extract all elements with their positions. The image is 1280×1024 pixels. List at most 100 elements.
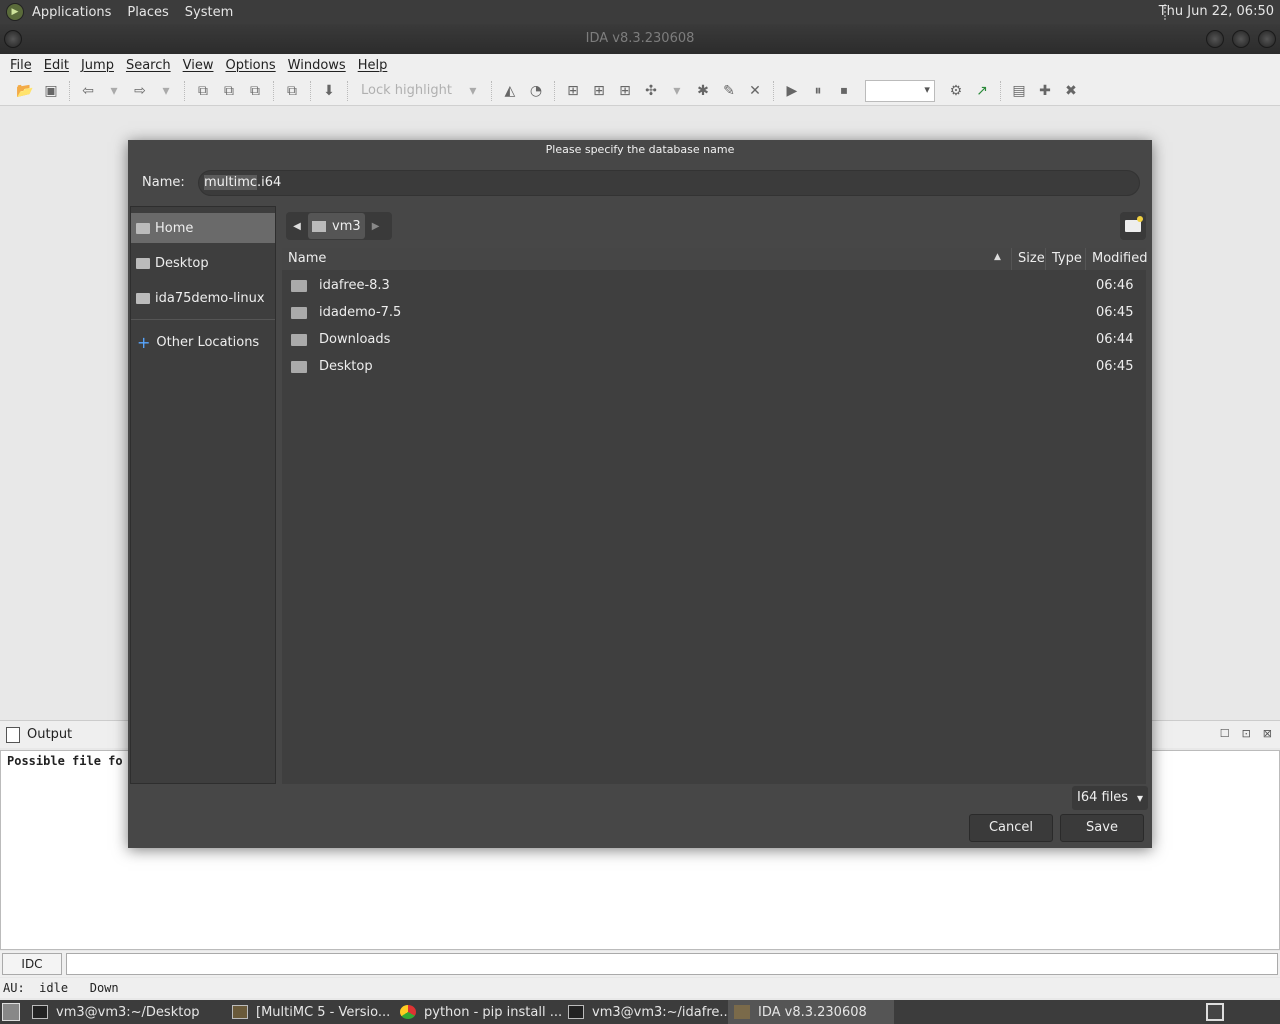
debugger-options-icon[interactable]: ⚙ [946, 81, 966, 101]
task-terminal-desktop[interactable]: vm3@vm3:~/Desktop [26, 1000, 226, 1024]
string-icon[interactable]: ⊞ [615, 81, 635, 101]
file-modified: 06:45 [1096, 359, 1134, 374]
back-icon[interactable]: ⇦ [78, 81, 98, 101]
forward-icon[interactable]: ⇨ [130, 81, 150, 101]
breakpoints-icon[interactable]: ▤ [1009, 81, 1029, 101]
search-next-icon[interactable]: ⧉ [282, 81, 302, 101]
file-row[interactable]: Desktop 06:45 [282, 353, 1146, 380]
stop-icon[interactable]: ⏹ [834, 81, 854, 101]
task-terminal-idafree[interactable]: vm3@vm3:~/idafre... [562, 1000, 728, 1024]
column-type[interactable]: Type [1046, 248, 1086, 270]
file-name: idafree-8.3 [319, 278, 390, 293]
task-ida[interactable]: IDA v8.3.230608 [728, 1000, 894, 1024]
name-rest-text: .i64 [257, 175, 282, 190]
back-dropdown-icon[interactable]: ▾ [104, 81, 124, 101]
lock-highlight-dropdown-icon[interactable]: ▾ [463, 81, 483, 101]
panel-menu-applications[interactable]: Applications [32, 5, 111, 20]
undefine-icon[interactable]: ✕ [745, 81, 765, 101]
path-forward-icon[interactable]: ▶ [365, 221, 387, 232]
new-folder-button[interactable] [1120, 212, 1146, 240]
tray-icon[interactable] [1206, 1003, 1224, 1021]
multimc-icon [232, 1005, 248, 1019]
column-name[interactable]: Name [282, 248, 1012, 270]
file-row[interactable]: idafree-8.3 06:46 [282, 272, 1146, 299]
save-icon[interactable]: ▣ [41, 81, 61, 101]
add-breakpoint-icon[interactable]: ✚ [1035, 81, 1055, 101]
close-button[interactable] [1258, 30, 1276, 48]
show-desktop-icon[interactable] [2, 1003, 20, 1021]
au-label: AU: [3, 981, 25, 995]
menu-options[interactable]: Options [225, 58, 275, 73]
menu-windows[interactable]: Windows [288, 58, 346, 73]
array-dropdown-icon[interactable]: ▾ [667, 81, 687, 101]
home-folder-icon [312, 220, 326, 232]
task-label: IDA v8.3.230608 [758, 1004, 867, 1020]
menu-help[interactable]: Help [358, 58, 388, 73]
menu-jump[interactable]: Jump [81, 58, 114, 73]
window-menu-button[interactable] [4, 30, 22, 48]
column-size[interactable]: Size [1012, 248, 1046, 270]
file-type-filter[interactable]: I64 files [1072, 786, 1148, 810]
save-button[interactable]: Save [1060, 814, 1144, 842]
attach-icon[interactable]: ↗ [972, 81, 992, 101]
terminal-icon [568, 1005, 584, 1019]
graph-icon[interactable]: ◭ [500, 81, 520, 101]
path-crumb-label: vm3 [332, 218, 361, 234]
array-icon[interactable]: ✣ [641, 81, 661, 101]
code-icon[interactable]: ⊞ [563, 81, 583, 101]
debugger-select[interactable] [864, 79, 935, 102]
place-desktop[interactable]: Desktop [131, 248, 275, 278]
task-label: vm3@vm3:~/idafre... [592, 1004, 728, 1020]
task-chrome[interactable]: python - pip install ... [394, 1000, 562, 1024]
down-arrow-icon[interactable]: ⬇ [319, 81, 339, 101]
menu-search[interactable]: Search [126, 58, 171, 73]
open-icon[interactable]: 📂 [15, 81, 35, 101]
name-input[interactable]: multimc.i64 [198, 170, 1140, 196]
place-other-locations[interactable]: + Other Locations [131, 327, 275, 357]
top-panel: ▶ Applications Places System Thu Jun 22,… [0, 0, 1280, 24]
lock-highlight-button[interactable]: Lock highlight [361, 83, 452, 98]
ida-icon [734, 1005, 750, 1019]
file-row[interactable]: idademo-7.5 06:45 [282, 299, 1146, 326]
chrome-icon [400, 1005, 416, 1019]
function-icon[interactable]: ✱ [693, 81, 713, 101]
task-label: vm3@vm3:~/Desktop [56, 1004, 200, 1020]
immediate-search-icon[interactable]: ⧉ [245, 81, 265, 101]
place-home[interactable]: Home [131, 213, 275, 243]
restore-panel-icon[interactable]: ⊡ [1242, 727, 1251, 740]
file-list[interactable]: Name ▲ Size Type Modified idafree-8.3 06… [282, 248, 1147, 784]
window-titlebar[interactable]: IDA v8.3.230608 [0, 24, 1280, 54]
maximize-button[interactable] [1232, 30, 1250, 48]
new-folder-icon [1125, 216, 1143, 232]
distro-logo-icon[interactable]: ▶ [6, 3, 24, 21]
desktop-folder-icon [291, 360, 307, 373]
zoom-icon[interactable]: ◔ [526, 81, 546, 101]
column-modified[interactable]: Modified [1086, 248, 1147, 270]
output-line: Possible file fo [7, 754, 123, 768]
panel-menu-places[interactable]: Places [127, 5, 168, 20]
command-input[interactable] [66, 953, 1278, 975]
menu-file[interactable]: File [10, 58, 32, 73]
forward-dropdown-icon[interactable]: ▾ [156, 81, 176, 101]
panel-clock[interactable]: Thu Jun 22, 06:50 [1159, 4, 1274, 19]
file-row[interactable]: Downloads 06:44 [282, 326, 1146, 353]
cancel-button[interactable]: Cancel [969, 814, 1053, 842]
menu-view[interactable]: View [183, 58, 214, 73]
panel-menu-system[interactable]: System [185, 5, 233, 20]
task-multimc[interactable]: [MultiMC 5 - Versio... [226, 1000, 394, 1024]
menu-edit[interactable]: Edit [44, 58, 69, 73]
close-panel-icon[interactable]: ⊠ [1263, 727, 1272, 740]
path-crumb-vm3[interactable]: vm3 [308, 213, 365, 239]
edit-icon[interactable]: ✎ [719, 81, 739, 101]
play-icon[interactable]: ▶ [782, 81, 802, 101]
data-icon[interactable]: ⊞ [589, 81, 609, 101]
place-ida75demo-linux[interactable]: ida75demo-linux [131, 283, 275, 313]
minimize-button[interactable] [1206, 30, 1224, 48]
delete-breakpoint-icon[interactable]: ✖ [1061, 81, 1081, 101]
text-search-icon[interactable]: ⧉ [193, 81, 213, 101]
sequence-search-icon[interactable]: ⧉ [219, 81, 239, 101]
float-panel-icon[interactable]: ☐ [1220, 727, 1230, 740]
idc-language-button[interactable]: IDC [2, 953, 62, 975]
path-back-icon[interactable]: ◀ [286, 221, 308, 232]
pause-icon[interactable]: ⏸ [808, 81, 828, 101]
